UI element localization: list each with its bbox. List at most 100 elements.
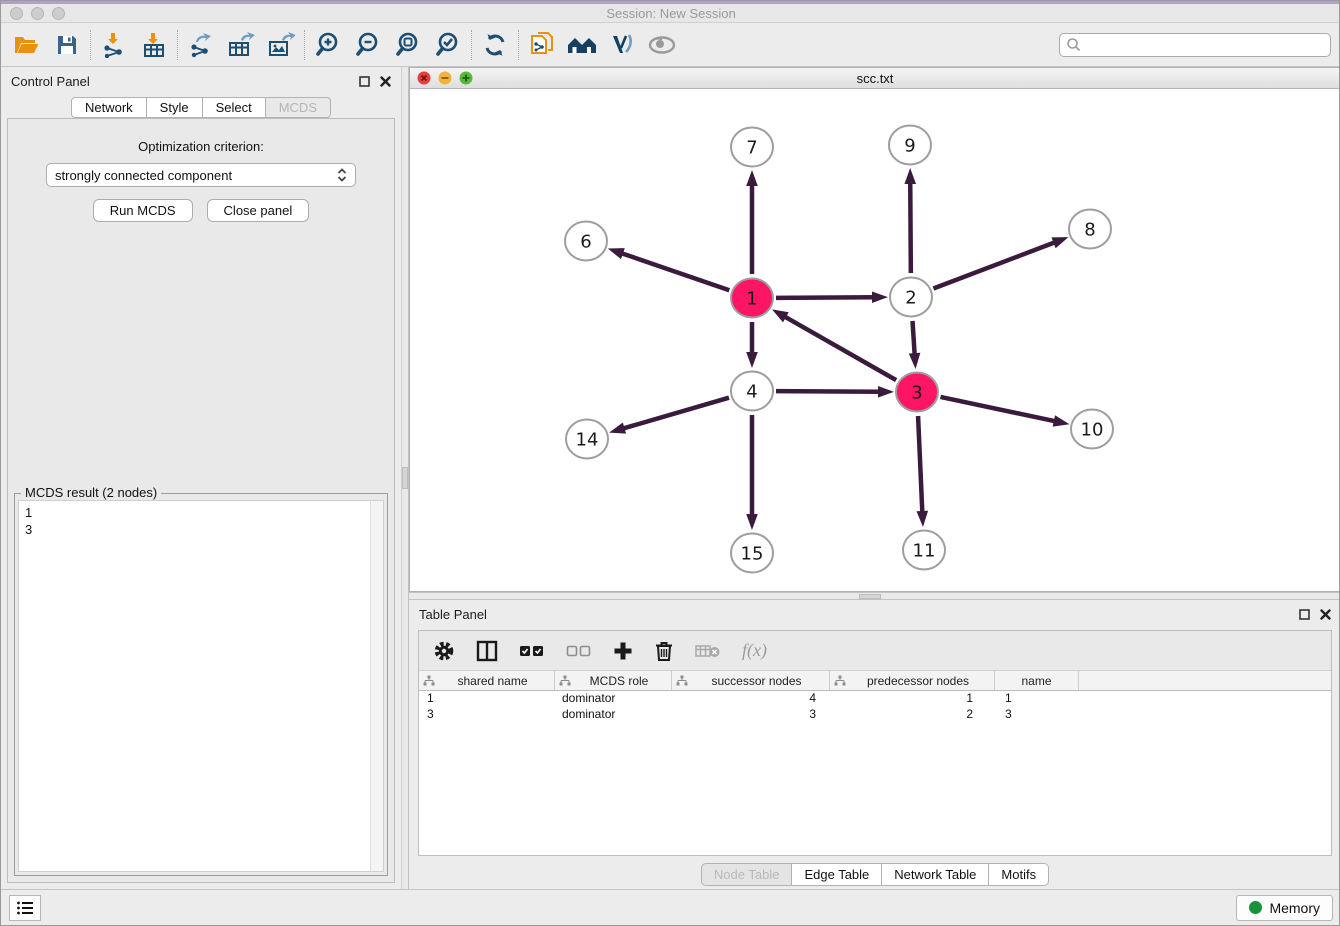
export-table-icon[interactable] [221,28,261,62]
result-scrollbar[interactable] [370,501,383,871]
import-table-icon[interactable] [134,28,174,62]
column-header-predecessor-nodes[interactable]: predecessor nodes [830,671,995,690]
tab-select[interactable]: Select [203,97,266,118]
refresh-view-icon[interactable] [475,28,515,62]
graph-node-label: 1 [746,289,757,310]
table-toolbar: f(x) [419,631,1331,671]
divider-grip[interactable] [859,594,881,599]
edge-arrowhead [1051,237,1068,248]
graph-edge[interactable] [620,253,729,291]
graph-edge[interactable] [776,391,881,392]
close-panel-icon[interactable] [1320,609,1331,620]
column-type-icon [834,675,846,687]
table-panel-title: Table Panel [419,607,487,622]
graph-edge[interactable] [783,316,896,380]
run-mcds-button[interactable]: Run MCDS [93,199,193,222]
graph-edge[interactable] [913,321,915,356]
column-header-shared-name[interactable]: shared name [419,671,555,690]
cell-name[interactable]: 3 [995,707,1079,723]
horizontal-split-divider[interactable] [409,592,1340,600]
tab-motifs[interactable]: Motifs [989,863,1049,886]
cell-shared-name[interactable]: 3 [419,707,555,723]
deselect-all-columns-icon[interactable] [566,644,592,658]
memory-button[interactable]: Memory [1236,895,1333,921]
cell-name[interactable]: 1 [995,691,1079,707]
network-frame-titlebar[interactable]: scc.txt [410,68,1340,89]
cell-predecessor-nodes[interactable]: 1 [830,691,995,707]
edge-arrowhead [609,423,626,434]
task-history-button[interactable] [9,895,41,921]
graph-edge[interactable] [776,297,875,298]
edge-arrowhead [904,168,916,184]
edge-arrowhead [608,248,625,259]
graph-edge[interactable] [910,181,911,273]
export-network-icon[interactable] [181,28,221,62]
table-row[interactable]: 3 dominator 3 2 3 [419,707,1331,723]
cell-successor-nodes[interactable]: 3 [672,707,830,723]
cell-shared-name[interactable]: 1 [419,691,555,707]
graph-edge[interactable] [918,416,922,514]
application-window: Session: New Session [0,0,1340,926]
cell-mcds-role[interactable]: dominator [555,691,672,707]
float-panel-icon[interactable] [359,76,370,87]
cell-mcds-role[interactable]: dominator [555,707,672,723]
search-input[interactable] [1081,37,1324,52]
add-column-icon[interactable] [613,641,633,661]
save-session-icon[interactable] [47,28,87,62]
column-header-name[interactable]: name [995,671,1079,690]
edge-arrowhead [878,386,894,398]
graph-edge[interactable] [940,397,1056,422]
column-header-successor-nodes[interactable]: successor nodes [672,671,830,690]
tab-network-table[interactable]: Network Table [882,863,989,886]
graph-edge[interactable] [622,398,729,429]
column-header-mcds-role[interactable]: MCDS role [555,671,672,690]
network-canvas[interactable]: 7968124314101511 [410,89,1340,591]
close-panel-button[interactable]: Close panel [207,199,310,222]
cell-successor-nodes[interactable]: 4 [672,691,830,707]
zoom-fit-icon[interactable] [388,28,428,62]
cell-predecessor-nodes[interactable]: 2 [830,707,995,723]
tab-mcds[interactable]: MCDS [266,97,331,118]
edge-arrowhead [909,353,921,369]
show-details-eye-icon[interactable] [642,28,682,62]
tab-edge-table[interactable]: Edge Table [792,863,882,886]
home-icon[interactable] [562,28,602,62]
search-field[interactable] [1059,33,1331,57]
status-bar: Memory [1,889,1340,925]
control-panel: Control Panel Network Style Select MCDS … [1,67,401,891]
graph-edge[interactable] [933,242,1056,289]
clone-network-icon[interactable] [522,28,562,62]
select-all-columns-icon[interactable] [519,644,545,658]
divider-grip[interactable] [402,467,408,489]
tab-style[interactable]: Style [147,97,203,118]
zoom-in-icon[interactable] [308,28,348,62]
import-network-icon[interactable] [94,28,134,62]
zoom-out-icon[interactable] [348,28,388,62]
vertical-split-divider[interactable] [401,67,409,891]
split-panel-icon[interactable] [476,640,498,662]
delete-table-icon[interactable] [695,643,721,659]
graph-node-label: 4 [746,382,757,403]
memory-label: Memory [1269,900,1320,916]
vizmapper-icon[interactable] [602,28,642,62]
close-panel-icon[interactable] [380,76,391,87]
mcds-result-text[interactable]: 1 3 [19,501,370,871]
export-image-icon[interactable] [261,28,301,62]
table-header-row: shared name MCDS role successor nodes pr… [419,671,1331,691]
delete-columns-icon[interactable] [654,640,674,662]
float-panel-icon[interactable] [1299,609,1310,620]
graph-node-label: 15 [741,544,764,565]
function-builder-icon[interactable]: f(x) [742,640,767,661]
table-row[interactable]: 1 dominator 4 1 1 [419,691,1331,707]
tab-node-table[interactable]: Node Table [701,863,793,886]
zoom-selected-icon[interactable] [428,28,468,62]
network-graph[interactable]: 7968124314101511 [410,89,1340,591]
open-session-icon[interactable] [7,28,47,62]
criterion-dropdown[interactable]: strongly connected component [46,163,356,187]
edge-arrowhead [916,511,928,527]
column-type-icon [423,675,435,687]
settings-gear-icon[interactable] [433,640,455,662]
edge-arrowhead [772,309,789,322]
table-panel: Table Panel [409,600,1340,891]
tab-network[interactable]: Network [71,97,147,118]
